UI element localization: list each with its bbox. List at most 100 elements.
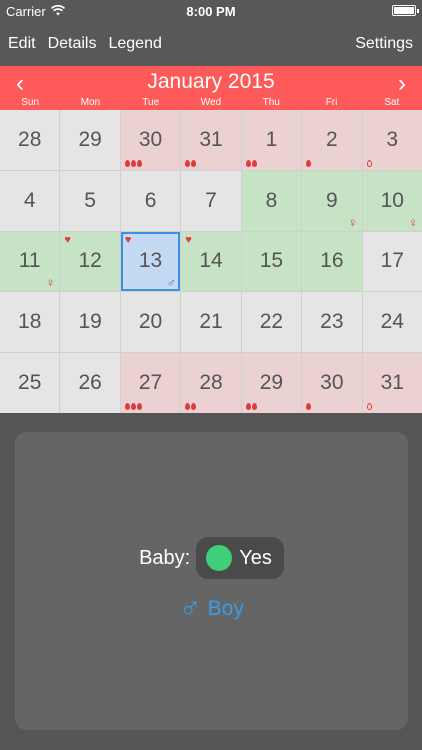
blood-drop-icon [130, 159, 136, 167]
calendar-day-cell[interactable]: 14 ♥ [181, 231, 241, 292]
day-number: 11 [18, 249, 41, 273]
status-bar: Carrier 8:00 PM [0, 0, 422, 22]
calendar-day-cell[interactable]: 16 [302, 231, 362, 292]
male-symbol-icon: ♂ [179, 592, 202, 625]
flow-drops [306, 159, 312, 167]
calendar-day-cell[interactable]: 23 [302, 292, 362, 353]
calendar-day-cell[interactable]: 3 [362, 110, 422, 170]
day-number: 9 [326, 188, 338, 212]
blood-drop-icon [251, 402, 257, 410]
day-number: 30 [320, 371, 344, 395]
details-button[interactable]: Details [48, 35, 97, 53]
weekday-labels: Sun Mon Tue Wed Thu Fri Sat [0, 97, 422, 108]
blood-drop-icon [245, 159, 251, 167]
blood-drop-icon [136, 159, 142, 167]
day-number: 7 [205, 188, 217, 212]
blood-drop-icon [245, 402, 251, 410]
day-detail-panel: Baby: Yes ♂ Boy [15, 432, 408, 730]
female-symbol-icon: ♀ [45, 275, 56, 291]
baby-yes-toggle[interactable]: Yes [196, 537, 284, 579]
calendar-day-cell[interactable]: 8 [241, 170, 302, 231]
green-dot-icon [206, 545, 233, 571]
blood-drop-icon [306, 402, 312, 410]
calendar-day-cell[interactable]: 4 [0, 170, 60, 231]
heart-icon: ♥ [64, 233, 71, 246]
flow-drops [366, 402, 372, 410]
weekday-sat: Sat [384, 97, 400, 108]
weekday-wed: Wed [200, 97, 222, 108]
weekday-mon: Mon [80, 97, 101, 108]
blood-drop-icon [191, 159, 197, 167]
gender-boy-button[interactable]: ♂ Boy [15, 594, 408, 624]
calendar-day-cell[interactable]: 2 [302, 110, 362, 170]
battery-icon [392, 5, 419, 16]
calendar-day-cell[interactable]: 26 [60, 353, 120, 413]
calendar-day-cell[interactable]: 12 ♥ [60, 231, 120, 292]
calendar-day-cell[interactable]: 19 [60, 292, 120, 353]
day-number: 4 [23, 188, 36, 212]
blood-drop-icon [366, 402, 372, 410]
calendar-day-cell[interactable]: 6 [120, 170, 181, 231]
calendar-day-cell[interactable]: 25 [0, 353, 60, 413]
day-number: 18 [18, 310, 42, 334]
next-month-button[interactable]: › [398, 70, 406, 98]
calendar-day-cell[interactable]: 10 ♀ [362, 170, 422, 231]
day-number: 26 [78, 371, 102, 395]
calendar-day-cell[interactable]: 20 [120, 292, 181, 353]
clock-time: 8:00 PM [186, 4, 236, 19]
day-number: 29 [78, 127, 102, 151]
month-header: ‹ January 2015 › Sun Mon Tue Wed Thu Fri… [0, 66, 422, 110]
male-symbol-icon: ♂ [166, 275, 177, 291]
day-number: 31 [380, 371, 404, 395]
day-number: 22 [259, 310, 284, 334]
calendar-day-cell[interactable]: 17 [362, 231, 422, 292]
female-symbol-icon: ♀ [347, 214, 358, 230]
calendar-day-cell[interactable]: 29 [241, 353, 302, 413]
settings-button[interactable]: Settings [355, 35, 413, 52]
calendar-day-cell[interactable]: 22 [241, 292, 302, 353]
flow-drops [124, 159, 142, 167]
blood-drop-icon [136, 402, 142, 410]
blood-drop-icon [306, 159, 312, 167]
calendar-day-cell[interactable]: 21 [181, 292, 241, 353]
calendar-day-cell[interactable]: 1 [241, 110, 302, 170]
calendar-day-cell[interactable]: 30 [302, 353, 362, 413]
weekday-sun: Sun [21, 97, 40, 108]
blood-drop-icon [124, 159, 130, 167]
gender-label: Boy [207, 597, 244, 620]
calendar-grid: 28 29 30 31 1 2 3 4 5 6 7 8 9 ♀ 10 ♀ 11 ♀ 12 ♥ 13 ♥ ♂ 14 ♥ 15 16 17… [0, 110, 422, 413]
baby-row: Baby: Yes [15, 537, 408, 579]
calendar-day-cell[interactable]: 30 [120, 110, 181, 170]
calendar-day-cell[interactable]: 31 [181, 110, 241, 170]
day-number: 21 [199, 310, 223, 334]
day-number: 30 [138, 127, 163, 151]
calendar-day-cell[interactable]: 9 ♀ [302, 170, 362, 231]
day-number: 6 [144, 188, 157, 212]
legend-button[interactable]: Legend [108, 35, 161, 53]
calendar-day-cell[interactable]: 27 [120, 353, 181, 413]
blood-drop-icon [124, 402, 130, 410]
baby-label: Baby: [139, 546, 191, 569]
calendar-day-cell[interactable]: 11 ♀ [0, 231, 60, 292]
heart-icon: ♥ [124, 233, 132, 246]
calendar-day-cell[interactable]: 7 [181, 170, 241, 231]
edit-button[interactable]: Edit [8, 35, 36, 53]
day-number: 20 [138, 310, 163, 334]
calendar-day-cell[interactable]: 15 [241, 231, 302, 292]
day-number: 8 [265, 188, 278, 212]
day-number: 19 [78, 310, 102, 334]
blood-drop-icon [366, 159, 372, 167]
calendar-day-cell[interactable]: 31 [362, 353, 422, 413]
calendar-day-cell[interactable]: 28 [181, 353, 241, 413]
day-number: 3 [386, 127, 399, 151]
calendar-day-cell[interactable]: 29 [60, 110, 120, 170]
yes-label: Yes [239, 546, 272, 569]
day-number: 31 [199, 127, 223, 151]
calendar-day-cell[interactable]: 18 [0, 292, 60, 353]
calendar-day-cell[interactable]: 24 [362, 292, 422, 353]
calendar-day-cell[interactable]: 28 [0, 110, 60, 170]
flow-drops [185, 159, 197, 167]
calendar-day-cell[interactable]: 13 ♥ ♂ [120, 231, 181, 292]
flow-drops [245, 159, 257, 167]
calendar-day-cell[interactable]: 5 [60, 170, 120, 231]
